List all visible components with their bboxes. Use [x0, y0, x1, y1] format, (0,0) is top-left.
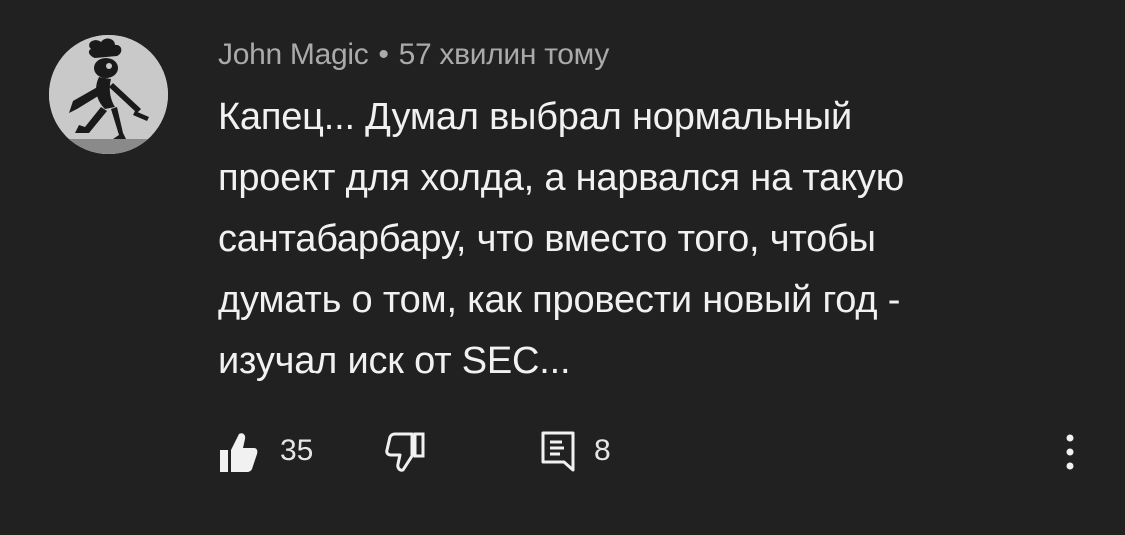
- comment-text-line: Капец... Думал выбрал нормальный: [218, 96, 852, 138]
- like-button[interactable]: [218, 430, 258, 474]
- comment-meta: John Magic • 57 хвилин тому: [218, 38, 609, 72]
- meta-separator: •: [378, 38, 389, 71]
- comment-time: 57 хвилин тому: [398, 38, 610, 71]
- reply-count: 8: [594, 434, 611, 467]
- dislike-button[interactable]: [385, 430, 425, 474]
- avatar[interactable]: [49, 35, 168, 154]
- reply-button[interactable]: [540, 430, 576, 474]
- more-options-button[interactable]: [1058, 430, 1082, 474]
- thumbs-down-icon: [385, 432, 425, 472]
- comment-text-line: проект для холда, а нарвался на такую: [218, 157, 905, 199]
- comment-text: Капец... Думал выбрал нормальный проект …: [218, 87, 1038, 392]
- avatar-image: [49, 35, 168, 154]
- comment-icon: [541, 431, 575, 472]
- comment-text-line: сантабарбару, что вместо того, чтобы: [218, 218, 876, 260]
- comment-text-line: изучал иск от SEC...: [218, 340, 571, 382]
- comment-card: John Magic • 57 хвилин тому Капец... Думал…: [0, 0, 1125, 535]
- like-count: 35: [280, 434, 314, 467]
- comment-text-line: думать о том, как провести новый год -: [218, 279, 901, 321]
- more-vertical-icon: [1066, 434, 1074, 470]
- thumbs-up-icon: [220, 433, 258, 472]
- comment-actions: 35 8: [0, 420, 1125, 490]
- author-name[interactable]: John Magic: [218, 38, 369, 71]
